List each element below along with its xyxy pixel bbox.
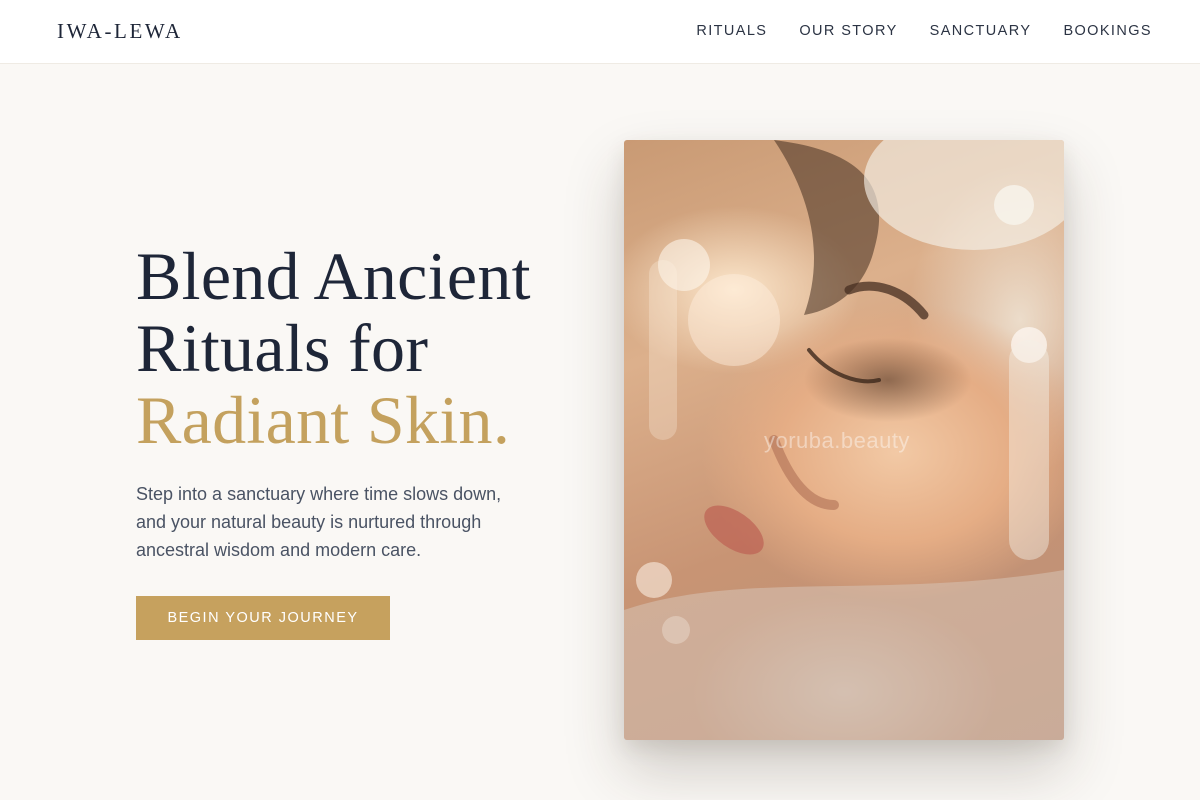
begin-journey-button[interactable]: BEGIN YOUR JOURNEY <box>136 596 390 640</box>
main-nav: RITUALS OUR STORY SANCTUARY BOOKINGS <box>696 20 1152 42</box>
brand-logo[interactable]: IWA-LEWA <box>57 18 183 44</box>
nav-link-sanctuary[interactable]: SANCTUARY <box>930 20 1032 42</box>
hero-title: Blend Ancient Rituals for Radiant Skin. <box>136 240 606 456</box>
nav-link-bookings[interactable]: BOOKINGS <box>1063 20 1152 42</box>
site-header: IWA-LEWA RITUALS OUR STORY SANCTUARY BOO… <box>0 0 1200 64</box>
hero-subtitle-line-3: ancestral wisdom and modern care. <box>136 540 422 560</box>
hero-title-line-2: Rituals for <box>136 310 429 386</box>
hero-title-line-1: Blend Ancient <box>136 238 531 314</box>
nav-link-our-story[interactable]: OUR STORY <box>799 20 897 42</box>
hero-image: yoruba.beauty <box>624 140 1064 740</box>
image-watermark: yoruba.beauty <box>764 428 910 453</box>
hero-subtitle-line-1: Step into a sanctuary where time slows d… <box>136 484 502 504</box>
nav-link-rituals[interactable]: RITUALS <box>696 20 767 42</box>
hero-subtitle: Step into a sanctuary where time slows d… <box>136 480 576 564</box>
hero-subtitle-line-2: and your natural beauty is nurtured thro… <box>136 512 482 532</box>
hero-title-accent: Radiant Skin. <box>136 382 511 458</box>
